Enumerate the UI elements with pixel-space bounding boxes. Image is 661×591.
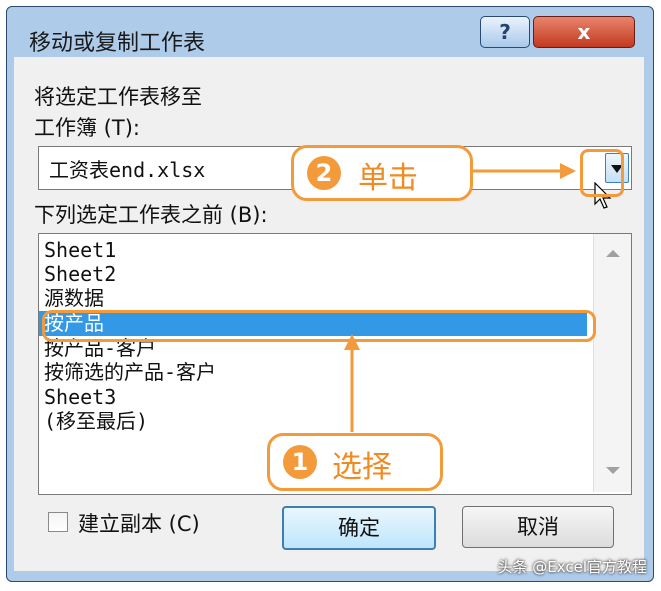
dialog-title: 移动或复制工作表	[29, 31, 206, 56]
close-button[interactable]: x	[533, 16, 635, 48]
cancel-button[interactable]: 取消	[462, 506, 614, 548]
step2-callout: 2 单击	[291, 145, 473, 201]
copy-checkbox-label: 建立副本 (C)	[78, 512, 200, 536]
list-item[interactable]: (移至最后)	[44, 409, 148, 434]
step1-text: 选择	[332, 450, 392, 485]
instruction-label: 将选定工作表移至	[34, 85, 202, 109]
step1-number: 1	[283, 445, 317, 479]
step1-callout: 1 选择	[267, 433, 443, 491]
list-item[interactable]: 按筛选的产品-客户	[44, 360, 216, 385]
list-item[interactable]: 源数据	[44, 286, 104, 311]
before-sheet-label: 下列选定工作表之前 (B):	[34, 203, 268, 227]
ok-button[interactable]: 确定	[282, 506, 436, 550]
step2-text: 单击	[358, 161, 418, 196]
scroll-down-icon[interactable]	[606, 467, 620, 474]
scroll-up-icon[interactable]	[606, 250, 620, 257]
help-button[interactable]: ?	[480, 16, 530, 48]
list-item[interactable]: Sheet2	[44, 262, 116, 287]
step2-number: 2	[307, 156, 341, 190]
list-item[interactable]: Sheet3	[44, 385, 116, 410]
workbook-label: 工作簿 (T):	[34, 116, 140, 140]
copy-checkbox[interactable]	[48, 512, 68, 532]
workbook-value: 工资表end.xlsx	[49, 158, 206, 182]
watermark: 头条 @Excel官方教程	[497, 558, 647, 576]
dropdown-highlight	[580, 149, 624, 197]
selection-highlight	[42, 310, 596, 342]
listbox-scrollbar[interactable]	[593, 234, 631, 492]
list-item[interactable]: Sheet1	[44, 238, 116, 263]
